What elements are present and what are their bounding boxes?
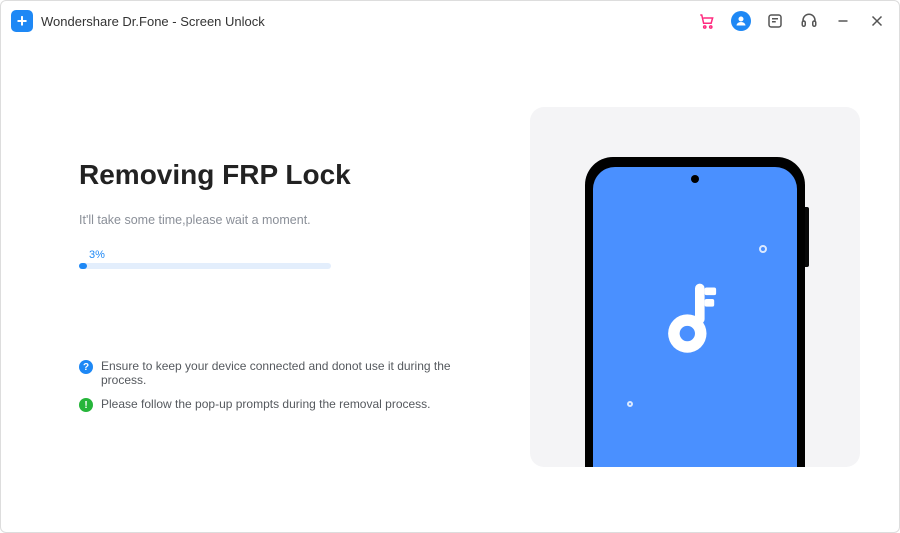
tip-row: ! Please follow the pop-up prompts durin… [79, 397, 475, 412]
phone-icon [585, 157, 805, 467]
bubble-icon [627, 401, 633, 407]
key-icon [647, 274, 743, 370]
cart-icon[interactable] [697, 11, 717, 31]
content-area: Removing FRP Lock It'll take some time,p… [1, 41, 899, 532]
alert-icon: ! [79, 398, 93, 412]
support-icon[interactable] [799, 11, 819, 31]
progress-fill [79, 263, 87, 269]
info-icon: ? [79, 360, 93, 374]
tip-text: Please follow the pop-up prompts during … [101, 397, 431, 411]
progress-percent-label: 3% [89, 249, 331, 261]
illustration-panel [515, 71, 875, 502]
titlebar-actions [697, 11, 887, 31]
page-title: Removing FRP Lock [79, 159, 475, 191]
tip-text: Ensure to keep your device connected and… [101, 359, 475, 387]
device-illustration [530, 107, 860, 467]
camera-dot-icon [691, 175, 699, 183]
tips-list: ? Ensure to keep your device connected a… [79, 359, 475, 412]
titlebar: + Wondershare Dr.Fone - Screen Unlock [1, 1, 899, 41]
app-window: + Wondershare Dr.Fone - Screen Unlock [0, 0, 900, 533]
user-icon[interactable] [731, 11, 751, 31]
progress-bar: 3% [79, 249, 331, 269]
tip-row: ? Ensure to keep your device connected a… [79, 359, 475, 387]
app-logo-icon: + [11, 10, 33, 32]
progress-track [79, 263, 331, 269]
minimize-button[interactable] [833, 11, 853, 31]
close-button[interactable] [867, 11, 887, 31]
feedback-icon[interactable] [765, 11, 785, 31]
bubble-icon [759, 245, 767, 253]
page-subtitle: It'll take some time,please wait a momen… [79, 213, 475, 227]
app-title: Wondershare Dr.Fone - Screen Unlock [41, 14, 265, 29]
main-panel: Removing FRP Lock It'll take some time,p… [35, 71, 515, 502]
